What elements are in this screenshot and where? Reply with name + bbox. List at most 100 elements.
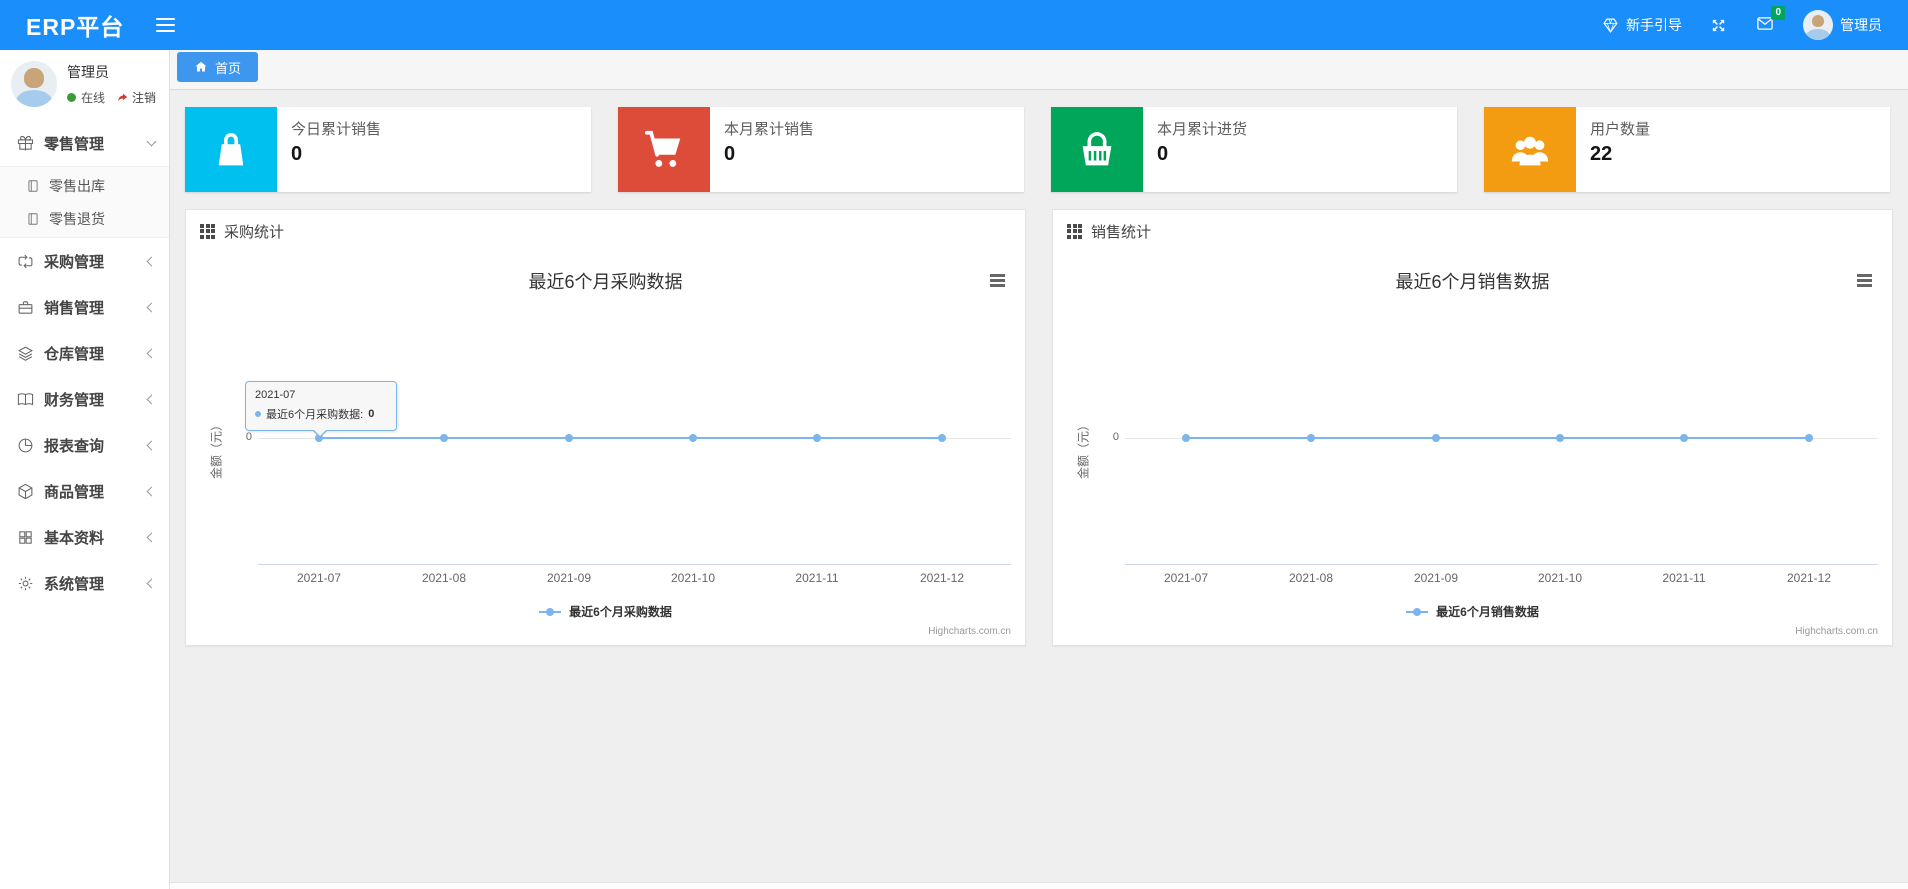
pie-chart-icon xyxy=(18,438,33,452)
home-icon xyxy=(195,61,207,72)
online-status-icon xyxy=(67,93,76,102)
legend-item[interactable]: 最近6个月销售数据 xyxy=(1053,603,1892,620)
chevron-left-icon xyxy=(146,486,157,496)
guide-button[interactable]: 新手引导 xyxy=(1602,15,1682,35)
logout-label: 注销 xyxy=(132,91,157,105)
stat-text: 今日累计销售 0 xyxy=(277,107,381,192)
purchase-stats-panel: 采购统计 最近6个月采购数据 金额（元） 0 2021-07 2021-08 2… xyxy=(185,209,1026,646)
logout-link[interactable]: 注销 xyxy=(116,89,156,106)
avatar xyxy=(11,61,57,107)
legend-marker-icon xyxy=(1406,607,1429,616)
chevron-left-icon xyxy=(146,440,157,450)
stat-value: 22 xyxy=(1590,143,1613,165)
submenu-item-label: 零售退货 xyxy=(49,210,105,227)
x-axis-label: 2021-09 xyxy=(546,571,592,585)
x-axis-label: 2021-10 xyxy=(670,571,716,585)
legend-label: 最近6个月销售数据 xyxy=(1436,605,1539,619)
footer-strip xyxy=(170,882,1908,889)
x-axis-label: 2021-09 xyxy=(1413,571,1459,585)
chart-export-menu-icon[interactable] xyxy=(1855,270,1874,291)
legend-marker-dot xyxy=(1413,607,1422,616)
stat-label: 本月累计销售 xyxy=(724,121,815,138)
sidebar-item-sales[interactable]: 销售管理 xyxy=(0,284,169,330)
x-axis-line xyxy=(1125,564,1878,565)
sidebar-item-retail-outbound[interactable]: 零售出库 xyxy=(0,169,169,202)
stat-value: 0 xyxy=(291,143,303,165)
messages-button[interactable]: 0 xyxy=(1755,6,1785,35)
navbar: ERP平台 新手引导 0 管理员 xyxy=(0,0,1908,50)
shopping-basket-icon xyxy=(1082,131,1112,165)
user-menu[interactable]: 管理员 xyxy=(1803,10,1882,40)
shopping-bag-icon xyxy=(218,132,244,165)
data-point xyxy=(565,434,573,442)
y-axis-title: 金额（元） xyxy=(1076,418,1091,480)
sidebar-item-label: 销售管理 xyxy=(44,299,105,317)
app-logo: ERP平台 xyxy=(26,14,125,40)
sidebar-item-finance[interactable]: 财务管理 xyxy=(0,376,169,422)
chart-export-menu-icon[interactable] xyxy=(988,270,1007,291)
legend-label: 最近6个月采购数据 xyxy=(569,605,672,619)
navbar-username: 管理员 xyxy=(1840,17,1882,33)
stat-label: 用户数量 xyxy=(1590,121,1651,138)
sidebar-item-retail-return[interactable]: 零售退货 xyxy=(0,202,169,235)
sidebar-toggle-icon[interactable] xyxy=(156,14,176,36)
sidebar-item-goods[interactable]: 商品管理 xyxy=(0,468,169,514)
avatar-body xyxy=(1806,29,1830,40)
stat-label: 今日累计销售 xyxy=(291,121,382,138)
gem-icon xyxy=(1603,18,1618,33)
journal-icon xyxy=(28,212,38,225)
panel-header: 采购统计 xyxy=(186,210,1025,252)
tab-home[interactable]: 首页 xyxy=(177,52,259,82)
data-point xyxy=(1182,434,1190,442)
book-open-icon xyxy=(17,392,34,405)
data-point xyxy=(1680,434,1688,442)
x-axis-line xyxy=(258,564,1011,565)
sidebar-item-label: 报表查询 xyxy=(44,437,105,455)
th-grid-icon xyxy=(200,223,215,239)
tooltip-x-value: 2021-07 xyxy=(255,389,296,401)
tab-label: 首页 xyxy=(215,60,242,76)
sidebar-item-basic-data[interactable]: 基本资料 xyxy=(0,514,169,560)
stat-label: 本月累计进货 xyxy=(1157,121,1248,138)
x-axis-label: 2021-10 xyxy=(1537,571,1583,585)
x-axis-label: 2021-12 xyxy=(919,571,965,585)
user-name: 管理员 xyxy=(67,64,109,80)
legend-marker-icon xyxy=(539,607,562,616)
legend-item[interactable]: 最近6个月采购数据 xyxy=(186,603,1025,620)
sidebar-item-label: 财务管理 xyxy=(44,391,105,409)
users-icon xyxy=(1511,136,1549,165)
tooltip-value: 0 xyxy=(368,408,375,420)
panel-title: 采购统计 xyxy=(224,223,285,241)
fullscreen-icon xyxy=(1712,19,1725,31)
sidebar-item-reports[interactable]: 报表查询 xyxy=(0,422,169,468)
th-grid-icon xyxy=(1067,223,1082,239)
user-info: 管理员 在线 注销 xyxy=(67,62,156,106)
sidebar-item-label: 基本资料 xyxy=(44,529,105,547)
fullscreen-button[interactable] xyxy=(1710,17,1727,34)
sidebar-item-warehouse[interactable]: 仓库管理 xyxy=(0,330,169,376)
highcharts-credits[interactable]: Highcharts.com.cn xyxy=(1795,626,1878,637)
stat-text: 本月累计进货 0 xyxy=(1143,107,1247,192)
user-status-row: 在线 注销 xyxy=(67,89,156,106)
highcharts-credits[interactable]: Highcharts.com.cn xyxy=(928,626,1011,637)
y-axis-tick: 0 xyxy=(1112,431,1119,443)
stat-icon-block xyxy=(1484,107,1576,192)
stat-text: 本月累计销售 0 xyxy=(710,107,814,192)
tooltip-series-label: 最近6个月采购数据: xyxy=(266,409,364,421)
x-axis-label: 2021-08 xyxy=(421,571,467,585)
submenu-item-label: 零售出库 xyxy=(49,177,105,194)
sidebar-item-retail[interactable]: 零售管理 xyxy=(0,120,169,166)
sidebar: 管理员 在线 注销 零售管理 零售出库 零售退货 采购管理 销售管理 仓库管理 … xyxy=(0,50,170,889)
erp-dashboard: ERP平台 新手引导 0 管理员 管理员 在线 注销 零售管理 零售出库 零售退… xyxy=(0,0,1908,889)
stat-value: 0 xyxy=(1157,143,1169,165)
avatar-head xyxy=(24,68,44,88)
navbar-right: 新手引导 0 管理员 xyxy=(1602,6,1882,40)
stat-card-today-sales: 今日累计销售 0 xyxy=(185,107,591,192)
sidebar-item-system[interactable]: 系统管理 xyxy=(0,560,169,606)
sidebar-item-purchase[interactable]: 采购管理 xyxy=(0,238,169,284)
guide-label: 新手引导 xyxy=(1626,17,1682,33)
box-icon xyxy=(18,483,33,499)
stat-icon-block xyxy=(618,107,710,192)
message-count-badge: 0 xyxy=(1771,6,1785,20)
stat-card-month-purchase: 本月累计进货 0 xyxy=(1051,107,1457,192)
